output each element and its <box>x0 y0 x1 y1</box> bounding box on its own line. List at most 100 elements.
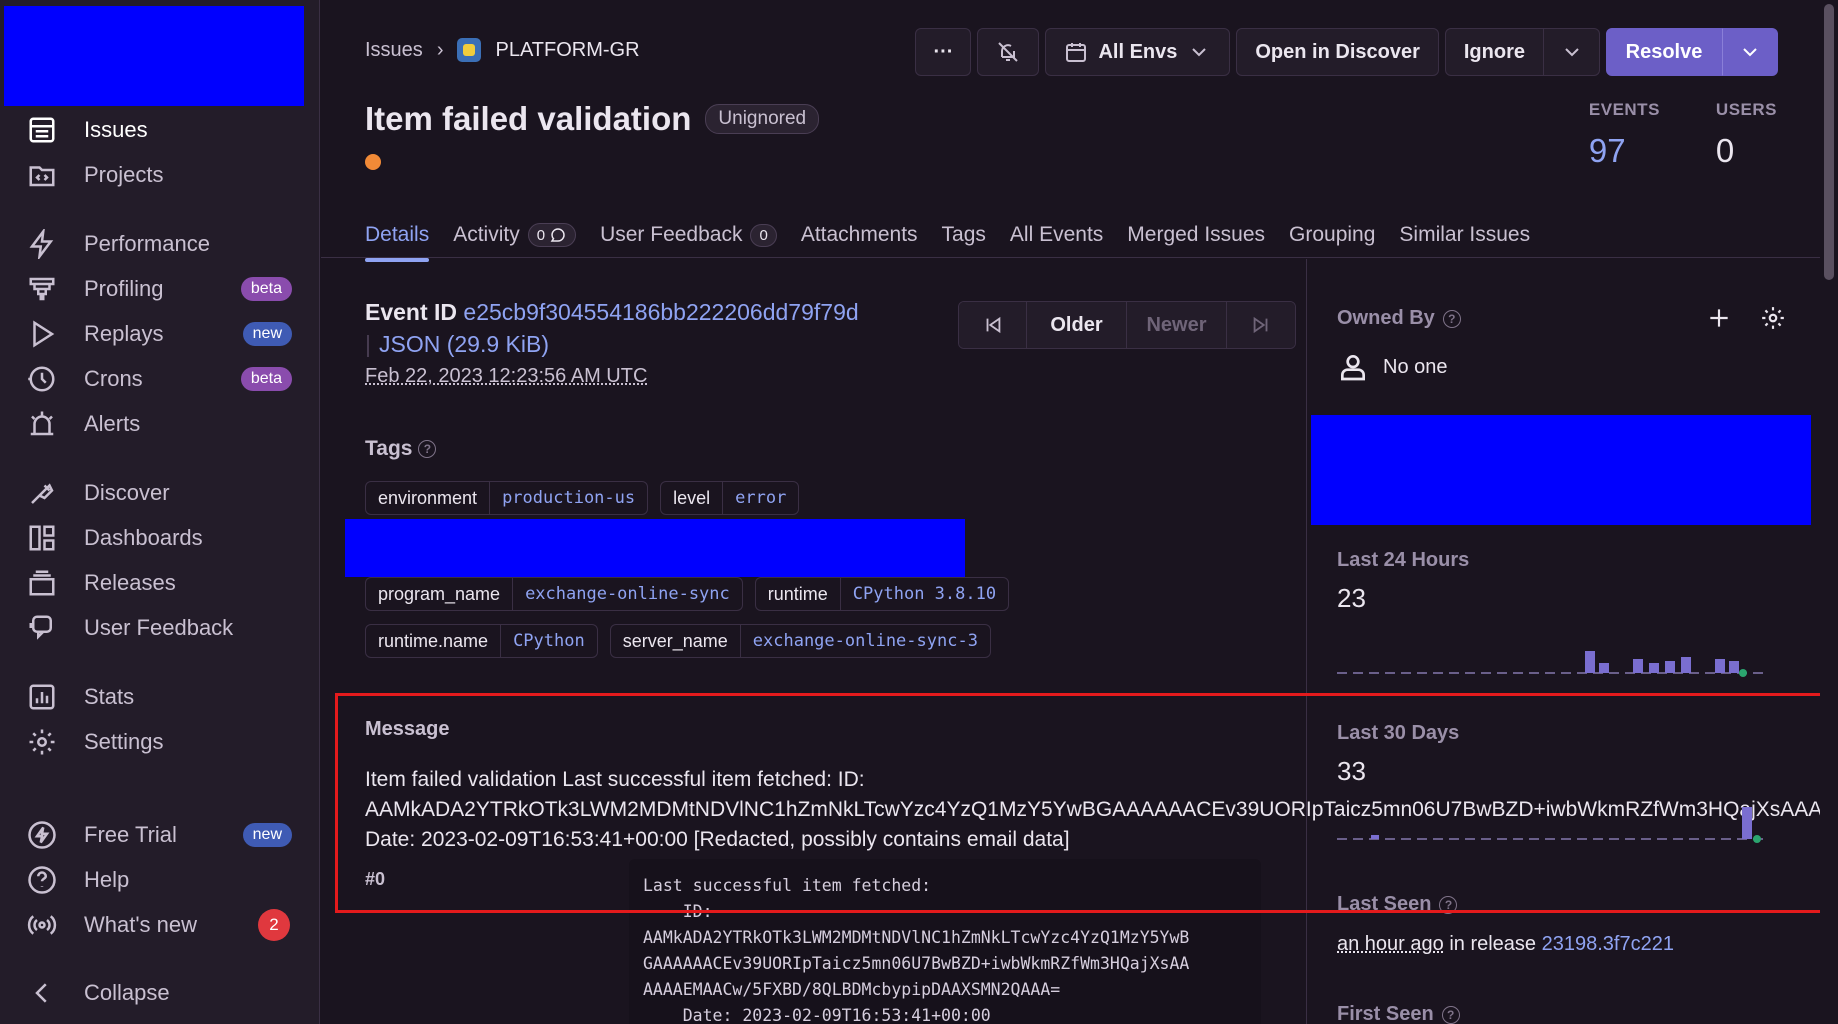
sidebar: Issues Projects Performance Profiling be… <box>0 0 320 1024</box>
last-30-days-title: Last 30 Days <box>1337 722 1460 744</box>
sidebar-item-dashboards[interactable]: Dashboards <box>0 518 320 558</box>
breadcrumb: Issues › PLATFORM-GR <box>365 38 640 62</box>
open-in-discover-button[interactable]: Open in Discover <box>1236 28 1439 76</box>
sidebar-item-whats-new[interactable]: What's new 2 <box>0 905 320 945</box>
issue-title: Item failed validation <box>365 100 692 137</box>
sidebar-item-help[interactable]: Help <box>0 860 320 900</box>
tab-details[interactable]: Details <box>365 212 430 262</box>
sidebar-item-releases[interactable]: Releases <box>0 563 320 603</box>
tags-title: Tags <box>365 437 413 460</box>
event-id-row: Event ID e25cb9f304554186bb222206dd79f79… <box>365 299 859 326</box>
tab-grouping[interactable]: Grouping <box>1289 212 1375 258</box>
sidebar-item-label: Replays <box>84 321 164 346</box>
breadcrumb-issues[interactable]: Issues <box>365 39 423 62</box>
page-scrollbar[interactable] <box>1820 0 1838 1024</box>
sidebar-item-performance[interactable]: Performance <box>0 224 320 264</box>
owner-name: No one <box>1383 355 1448 378</box>
comment-icon <box>550 228 565 242</box>
sidebar-item-crons[interactable]: Crons beta <box>0 359 320 399</box>
profiling-icon <box>26 273 58 305</box>
sidebar-item-issues[interactable]: Issues <box>0 110 320 150</box>
sidebar-item-settings[interactable]: Settings <box>0 722 320 762</box>
release-link[interactable]: 23198.3f7c221 <box>1542 933 1674 955</box>
sidebar-item-discover[interactable]: Discover <box>0 473 320 513</box>
tag-value: exchange-online-sync <box>525 584 730 604</box>
tab-merged-issues[interactable]: Merged Issues <box>1127 212 1265 258</box>
calendar-icon <box>1066 43 1087 62</box>
lightning-icon <box>26 819 58 851</box>
bell-off-icon <box>998 42 1019 62</box>
ignore-button-group: Ignore <box>1444 28 1600 76</box>
event-pager: Older Newer <box>958 301 1296 349</box>
tab-all-events[interactable]: All Events <box>1010 212 1103 258</box>
tag-runtime[interactable]: runtime CPython 3.8.10 <box>754 577 1010 611</box>
plus-icon[interactable] <box>1706 305 1732 331</box>
tab-label: Grouping <box>1289 223 1376 246</box>
chevron-down-icon <box>1564 48 1579 57</box>
sidebar-item-label: Discover <box>84 480 170 505</box>
question-icon[interactable]: ? <box>1442 309 1461 328</box>
frame-label: #0 <box>365 869 386 889</box>
last-30-days-sparkline <box>1337 807 1767 843</box>
environment-selector[interactable]: All Envs <box>1045 28 1231 76</box>
sidebar-item-free-trial[interactable]: Free Trial new <box>0 815 320 855</box>
event-id-label: Event ID <box>365 299 458 325</box>
ignore-options-button[interactable] <box>1544 28 1600 76</box>
oldest-button[interactable] <box>959 302 1027 348</box>
tab-label: User Feedback <box>600 223 743 246</box>
tab-attachments[interactable]: Attachments <box>801 212 918 258</box>
tag-value: CPython 3.8.10 <box>852 584 997 604</box>
tag-row: environment production-us level error <box>365 481 800 515</box>
question-icon[interactable]: ? <box>1441 1005 1460 1024</box>
tag-server-name[interactable]: server_name exchange-online-sync-3 <box>609 624 991 658</box>
sidebar-item-label: Performance <box>84 231 210 256</box>
sidebar-item-stats[interactable]: Stats <box>0 677 320 717</box>
owner-row: No one <box>1337 351 1448 383</box>
owned-by-label: Owned By <box>1337 307 1435 329</box>
breadcrumb-project[interactable]: PLATFORM-GR <box>495 39 639 62</box>
sidebar-item-alerts[interactable]: Alerts <box>0 404 320 444</box>
sidebar-item-label: Collapse <box>84 980 170 1005</box>
tag-row: runtime.name CPython server_name exchange-… <box>365 624 991 658</box>
newer-button[interactable]: Newer <box>1127 302 1227 348</box>
tag-environment[interactable]: environment production-us <box>365 481 649 515</box>
tag-program-name[interactable]: program_name exchange-online-sync <box>365 577 743 611</box>
sidebar-collapse[interactable]: Collapse <box>0 973 320 1013</box>
tab-similar-issues[interactable]: Similar Issues <box>1399 212 1530 258</box>
tab-user-feedback[interactable]: User Feedback 0 <box>600 212 777 258</box>
new-badge: new <box>242 322 292 346</box>
older-button[interactable]: Older <box>1027 302 1127 348</box>
sidebar-item-replays[interactable]: Replays new <box>0 314 320 354</box>
discover-icon <box>26 477 58 509</box>
tag-key: level <box>661 482 724 514</box>
events-label: EVENTS <box>1588 100 1660 119</box>
sidebar-item-label: Projects <box>84 162 164 187</box>
sidebar-item-label: Alerts <box>84 411 141 436</box>
beta-badge: beta <box>240 277 292 301</box>
mute-button[interactable] <box>977 28 1040 76</box>
question-icon[interactable]: ? <box>1439 895 1458 914</box>
help-icon <box>26 864 58 896</box>
event-id-link[interactable]: e25cb9f304554186bb222206dd79f79d <box>463 299 858 325</box>
sidebar-item-user-feedback[interactable]: User Feedback <box>0 608 320 648</box>
issue-stats: EVENTS 97 USERS 0 <box>1589 100 1777 170</box>
newest-button[interactable] <box>1227 302 1295 348</box>
question-icon[interactable]: ? <box>418 440 437 458</box>
sidebar-item-projects[interactable]: Projects <box>0 155 320 195</box>
events-count[interactable]: 97 <box>1589 132 1660 170</box>
resolve-options-button[interactable] <box>1722 28 1778 76</box>
scrollbar-thumb[interactable] <box>1824 4 1834 280</box>
org-logo-redacted[interactable] <box>4 6 304 106</box>
tag-level[interactable]: level error <box>660 481 800 515</box>
owned-by-title: Owned By ? <box>1337 307 1461 330</box>
more-actions-button[interactable]: ··· <box>915 28 972 76</box>
json-link[interactable]: JSON (29.9 KiB) <box>379 331 549 357</box>
sidebar-item-profiling[interactable]: Profiling beta <box>0 269 320 309</box>
gear-icon[interactable] <box>1760 305 1786 331</box>
user-icon <box>1341 355 1365 381</box>
tab-activity[interactable]: Activity 0 <box>453 212 577 258</box>
resolve-button[interactable]: Resolve <box>1606 28 1722 76</box>
tag-runtime-name[interactable]: runtime.name CPython <box>365 624 598 658</box>
tab-tags[interactable]: Tags <box>942 212 986 258</box>
ignore-button[interactable]: Ignore <box>1444 28 1544 76</box>
